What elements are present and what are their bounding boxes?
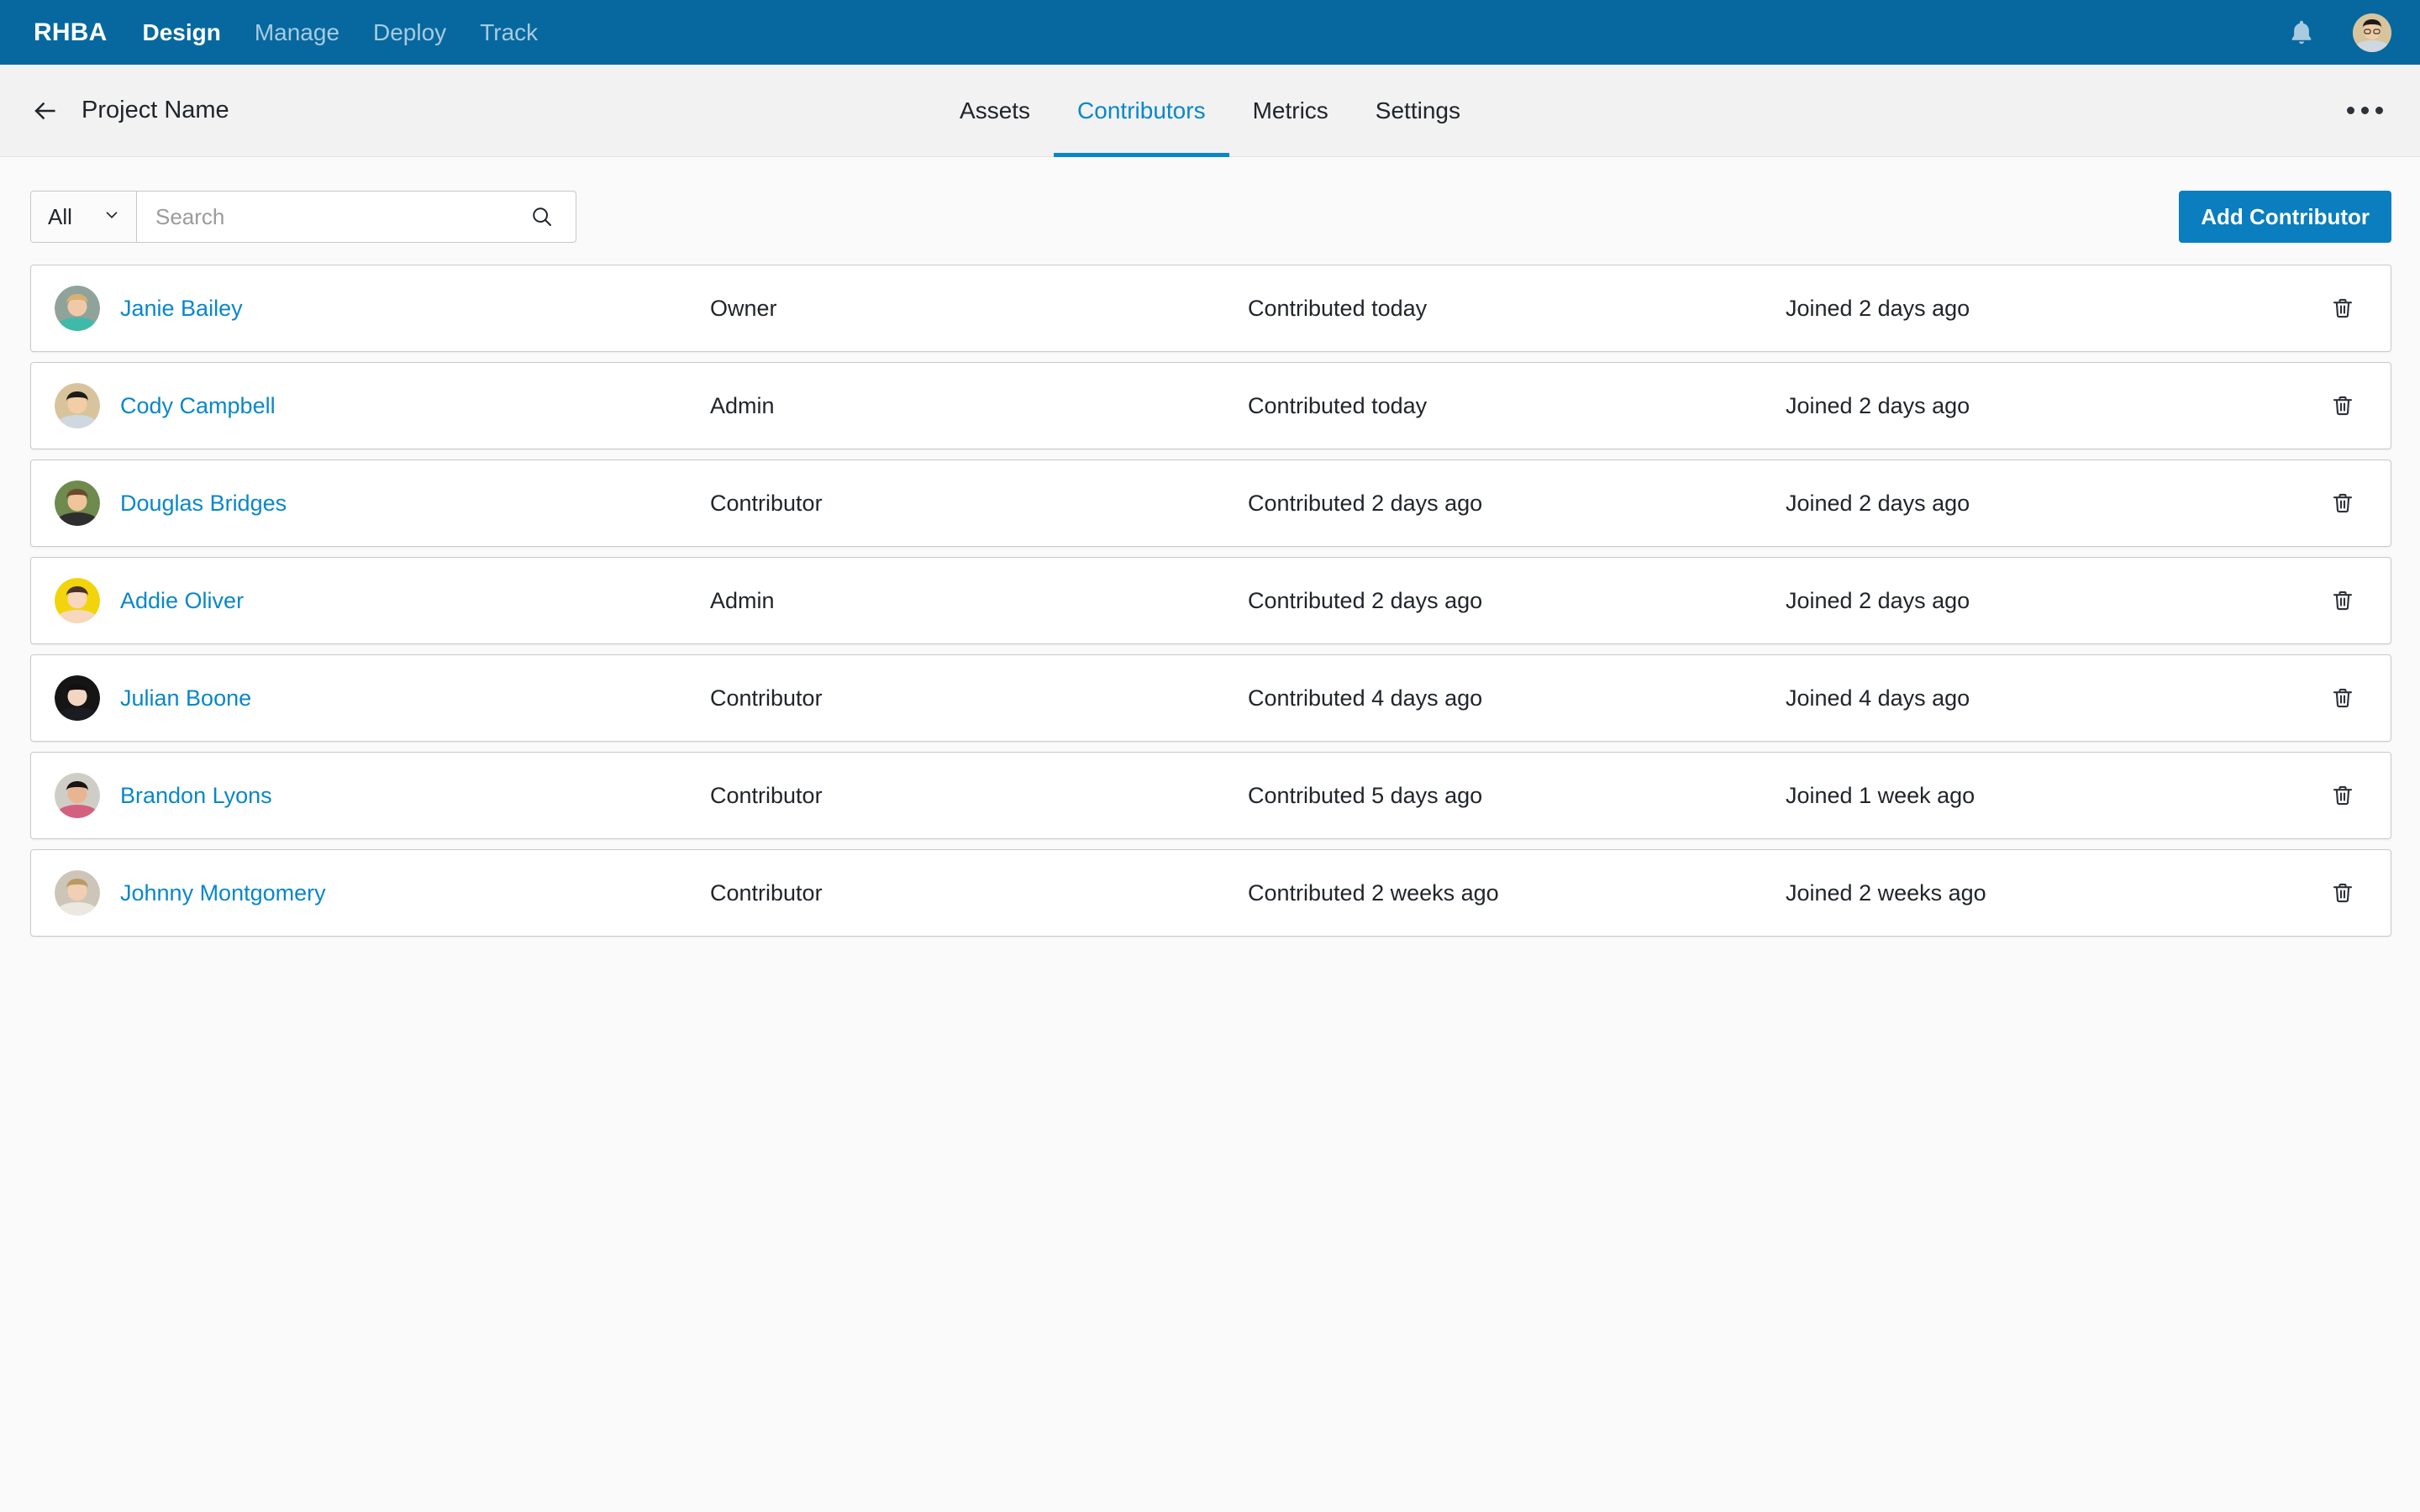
- contributor-joined-date: Joined 2 days ago: [1786, 587, 1970, 613]
- search-icon[interactable]: [525, 200, 559, 234]
- contributor-last-contributed: Contributed 5 days ago: [1248, 782, 1483, 808]
- trash-icon[interactable]: [2323, 386, 2362, 425]
- table-row[interactable]: Douglas Bridges Contributor Contributed 2 …: [30, 459, 2391, 547]
- contributor-user-cell: Addie Oliver: [55, 578, 710, 623]
- avatar: [55, 675, 100, 721]
- contributor-joined-date: Joined 2 days ago: [1786, 490, 1970, 516]
- avatar: [55, 773, 100, 818]
- contributor-last-contributed: Contributed today: [1248, 295, 1428, 321]
- tab-settings[interactable]: Settings: [1352, 65, 1484, 157]
- tab-assets[interactable]: Assets: [936, 65, 1054, 157]
- trash-icon[interactable]: [2323, 874, 2362, 912]
- top-nav-actions: [2286, 13, 2391, 52]
- chevron-down-icon: [103, 204, 121, 230]
- contributor-name-link[interactable]: Douglas Bridges: [120, 491, 287, 517]
- contributor-role: Contributor: [710, 782, 823, 808]
- table-row[interactable]: Julian Boone Contributor Contributed 4 day…: [30, 654, 2391, 742]
- row-actions: [2312, 874, 2362, 912]
- contributor-last-contributed: Contributed 2 days ago: [1248, 587, 1483, 613]
- contributor-role: Admin: [710, 587, 775, 613]
- contributor-user-cell: Janie Bailey: [55, 286, 710, 331]
- search-field-wrapper: [137, 192, 576, 242]
- role-filter-value: All: [48, 203, 72, 229]
- nav-link-deploy[interactable]: Deploy: [373, 20, 446, 45]
- row-actions: [2312, 386, 2362, 425]
- contributor-joined-date: Joined 2 days ago: [1786, 392, 1970, 418]
- contributor-joined-date: Joined 2 days ago: [1786, 295, 1970, 321]
- project-tabs: Assets Contributors Metrics Settings: [936, 65, 1484, 157]
- contributor-last-contributed: Contributed 2 days ago: [1248, 490, 1483, 516]
- contributors-toolbar: All Add Contributor: [0, 157, 2420, 243]
- row-actions: [2312, 289, 2362, 328]
- avatar: [55, 383, 100, 428]
- contributor-name-link[interactable]: Brandon Lyons: [120, 783, 272, 809]
- contributor-joined-date: Joined 2 weeks ago: [1786, 879, 1986, 906]
- contributor-user-cell: Douglas Bridges: [55, 480, 710, 526]
- table-row[interactable]: Cody Campbell Admin Contributed today Joine…: [30, 362, 2391, 449]
- tab-contributors[interactable]: Contributors: [1054, 65, 1229, 157]
- contributor-role: Owner: [710, 295, 777, 321]
- trash-icon[interactable]: [2323, 581, 2362, 620]
- app-brand-logo[interactable]: RHBA: [34, 18, 107, 47]
- trash-icon[interactable]: [2323, 776, 2362, 815]
- contributor-last-contributed: Contributed 4 days ago: [1248, 685, 1483, 711]
- filter-search-group: All: [30, 191, 576, 243]
- contributor-role: Contributor: [710, 685, 823, 711]
- tab-metrics[interactable]: Metrics: [1229, 65, 1352, 157]
- bell-icon[interactable]: [2286, 17, 2317, 49]
- arrow-left-icon[interactable]: [25, 92, 64, 130]
- add-contributor-button[interactable]: Add Contributor: [2179, 191, 2391, 243]
- row-actions: [2312, 484, 2362, 522]
- search-input[interactable]: [155, 203, 525, 230]
- trash-icon[interactable]: [2323, 484, 2362, 522]
- contributor-last-contributed: Contributed 2 weeks ago: [1248, 879, 1499, 906]
- contributor-name-link[interactable]: Johnny Montgomery: [120, 880, 326, 906]
- trash-icon[interactable]: [2323, 679, 2362, 717]
- table-row[interactable]: Addie Oliver Admin Contributed 2 days ago J…: [30, 557, 2391, 644]
- contributor-joined-date: Joined 1 week ago: [1786, 782, 1975, 808]
- row-actions: [2312, 581, 2362, 620]
- contributor-joined-date: Joined 4 days ago: [1786, 685, 1970, 711]
- contributor-user-cell: Julian Boone: [55, 675, 710, 721]
- contributor-last-contributed: Contributed today: [1248, 392, 1428, 418]
- contributor-name-link[interactable]: Addie Oliver: [120, 588, 244, 614]
- trash-icon[interactable]: [2323, 289, 2362, 328]
- row-actions: [2312, 679, 2362, 717]
- primary-nav-links: Design Manage Deploy Track: [142, 20, 538, 45]
- nav-link-track[interactable]: Track: [480, 20, 538, 45]
- top-navigation-bar: RHBA Design Manage Deploy Track: [0, 0, 2420, 65]
- nav-link-manage[interactable]: Manage: [255, 20, 339, 45]
- table-row[interactable]: Janie Bailey Owner Contributed today Joined…: [30, 265, 2391, 352]
- nav-link-design[interactable]: Design: [142, 20, 220, 45]
- table-row[interactable]: Brandon Lyons Contributor Contributed 5 da…: [30, 752, 2391, 839]
- avatar: [55, 480, 100, 526]
- project-subheader: Project Name Assets Contributors Metrics…: [0, 65, 2420, 157]
- contributor-role: Admin: [710, 392, 775, 418]
- table-row[interactable]: Johnny Montgomery Contributor Contributed …: [30, 849, 2391, 937]
- contributor-name-link[interactable]: Janie Bailey: [120, 296, 243, 322]
- contributor-role: Contributor: [710, 490, 823, 516]
- contributor-role: Contributor: [710, 879, 823, 906]
- page-title: Project Name: [82, 97, 229, 123]
- contributor-name-link[interactable]: Julian Boone: [120, 685, 251, 711]
- contributor-user-cell: Brandon Lyons: [55, 773, 710, 818]
- contributor-name-link[interactable]: Cody Campbell: [120, 393, 276, 419]
- avatar: [55, 870, 100, 916]
- row-actions: [2312, 776, 2362, 815]
- ellipsis-icon[interactable]: [2338, 98, 2391, 123]
- contributor-user-cell: Johnny Montgomery: [55, 870, 710, 916]
- contributors-list: Janie Bailey Owner Contributed today Joined…: [0, 243, 2420, 937]
- contributor-user-cell: Cody Campbell: [55, 383, 710, 428]
- avatar[interactable]: [2353, 13, 2391, 52]
- avatar: [55, 286, 100, 331]
- avatar: [55, 578, 100, 623]
- role-filter-select[interactable]: All: [31, 192, 137, 242]
